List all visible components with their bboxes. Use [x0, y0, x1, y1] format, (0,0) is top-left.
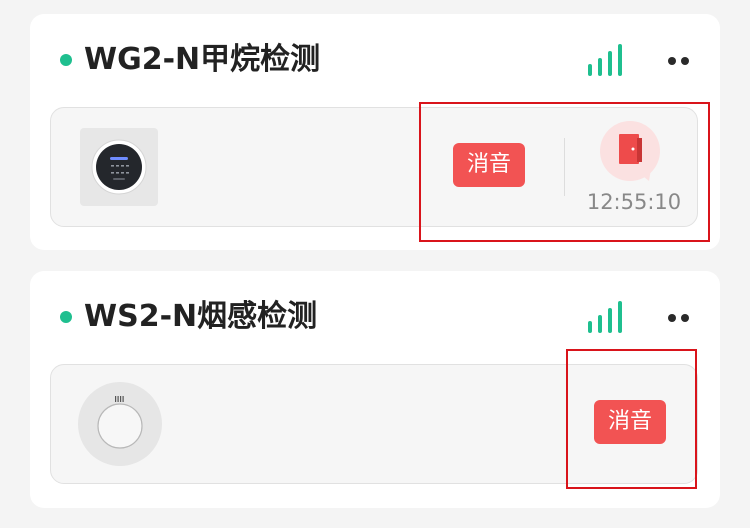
door-icon: [600, 121, 660, 181]
device-status-panel[interactable]: 消音: [50, 364, 698, 484]
more-options-button[interactable]: [666, 313, 692, 323]
device-title: WS2-N烟感检测: [84, 299, 318, 334]
online-status-dot: [60, 54, 72, 66]
device-status-panel[interactable]: 消音 12:55:10: [50, 107, 698, 227]
more-dot-icon: [681, 314, 689, 322]
device-card-smoke[interactable]: WS2-N烟感检测 消音: [30, 271, 720, 508]
online-status-dot: [60, 311, 72, 323]
panel-divider: [564, 138, 565, 196]
smoke-detector-icon: [78, 382, 162, 466]
gas-detector-icon: [91, 139, 147, 195]
gas-detector-thumbnail: [80, 128, 158, 206]
signal-strength-icon: [588, 44, 622, 76]
mute-button[interactable]: 消音: [453, 143, 526, 187]
device-title: WG2-N甲烷检测: [84, 42, 321, 77]
more-options-button[interactable]: [666, 56, 692, 66]
device-card-gas[interactable]: WG2-N甲烷检测 消音 12:55:10: [30, 14, 720, 250]
more-dot-icon: [668, 57, 676, 65]
event-time: 12:55:10: [586, 190, 682, 214]
mute-button[interactable]: 消音: [594, 400, 667, 444]
more-dot-icon: [668, 314, 676, 322]
signal-strength-icon: [588, 301, 622, 333]
more-dot-icon: [681, 57, 689, 65]
